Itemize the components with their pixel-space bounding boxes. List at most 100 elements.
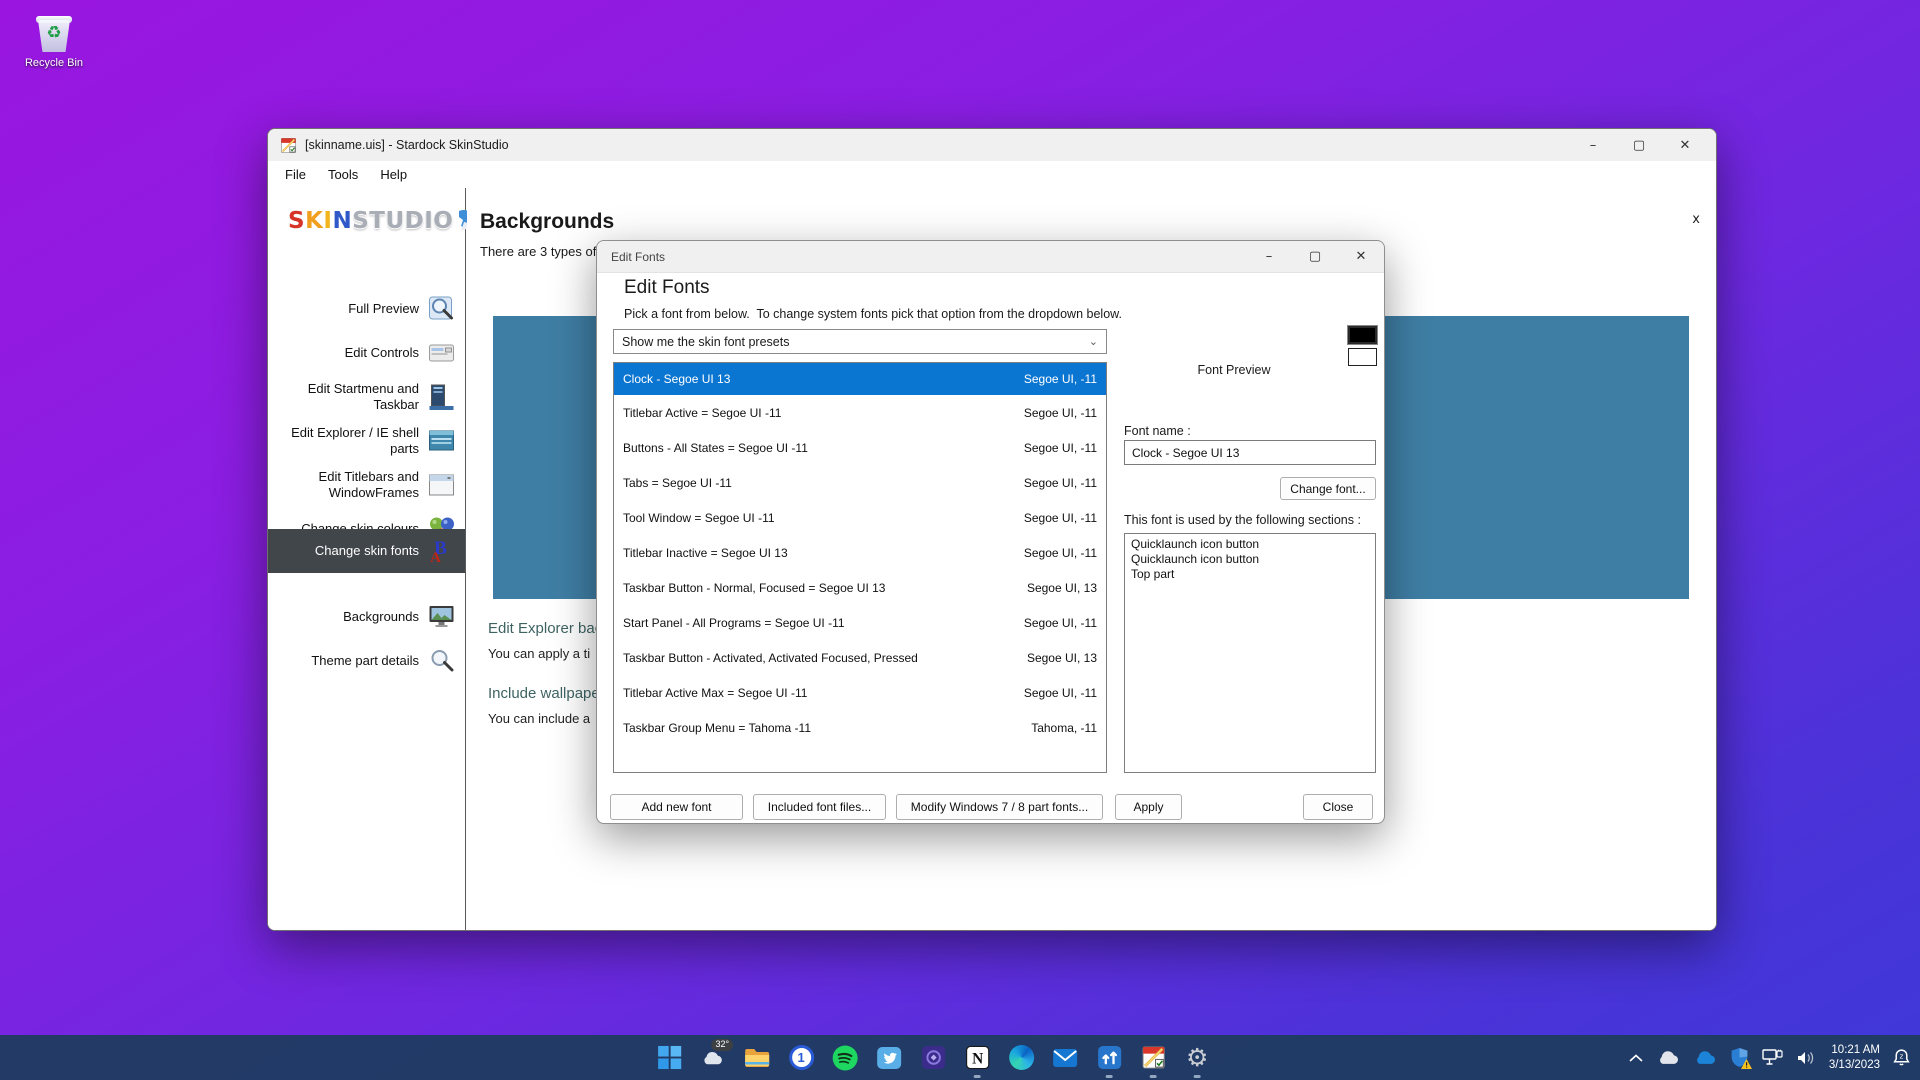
explorer-icon: [427, 427, 456, 455]
svg-text:z: z: [1900, 1053, 1904, 1061]
font-row-name: Clock - Segoe UI 13: [623, 372, 730, 386]
twitter-bird-icon: [876, 1045, 902, 1071]
skinstudio-taskbar-icon[interactable]: [1131, 1035, 1175, 1080]
font-row-value: Segoe UI, -11: [1024, 686, 1097, 700]
add-new-font-button[interactable]: Add new font: [610, 794, 743, 820]
tray-clock[interactable]: 10:21 AM 3/13/2023: [1829, 1043, 1880, 1073]
speaker-icon[interactable]: [1796, 1050, 1816, 1066]
font-list-row[interactable]: Buttons - All States = Segoe UI -11 Sego…: [614, 430, 1106, 465]
font-row-value: Segoe UI, -11: [1024, 441, 1097, 455]
recycle-bin-icon: ♻: [34, 12, 74, 54]
twitter-icon[interactable]: [867, 1035, 911, 1080]
tray-chevron-up-icon[interactable]: [1629, 1054, 1643, 1062]
font-list-row[interactable]: Titlebar Active Max = Segoe UI -11 Segoe…: [614, 675, 1106, 710]
sidebar-item-full-preview[interactable]: Full Preview: [268, 287, 465, 331]
menu-help[interactable]: Help: [371, 164, 416, 185]
logo-studio: STUDIO: [352, 208, 453, 234]
titlebar-icon: [427, 471, 456, 499]
sidebar-item-change-skin-fonts[interactable]: Change skin fonts B A: [268, 529, 465, 573]
sidebar-item-edit-titlebars-frames[interactable]: Edit Titlebars and WindowFrames: [268, 463, 465, 507]
font-list-row[interactable]: Start Panel - All Programs = Segoe UI -1…: [614, 605, 1106, 640]
apply-button[interactable]: Apply: [1115, 794, 1182, 820]
font-list-row[interactable]: Titlebar Inactive = Segoe UI 13 Segoe UI…: [614, 535, 1106, 570]
font-list-row[interactable]: Clock - Segoe UI 13 Segoe UI, -11: [614, 363, 1106, 395]
sidebar-item-edit-startmenu-taskbar[interactable]: Edit Startmenu and Taskbar: [268, 375, 465, 419]
sidebar-item-label: Backgrounds: [343, 609, 419, 625]
dialog-minimize-button[interactable]: –: [1246, 241, 1292, 273]
media-player-icon[interactable]: [911, 1035, 955, 1080]
onedrive-gray-cloud-icon[interactable]: [1656, 1050, 1680, 1065]
font-color-swatch[interactable]: [1348, 326, 1377, 344]
notion-n-icon: N: [965, 1045, 990, 1070]
monitor-icon: [427, 603, 456, 631]
section-item[interactable]: Top part: [1131, 567, 1369, 582]
section-item[interactable]: Quicklaunch icon button: [1131, 552, 1369, 567]
dialog-titlebar: Edit Fonts – ▢ ✕: [597, 241, 1384, 273]
recycle-bin-label: Recycle Bin: [14, 57, 94, 69]
security-shield-icon[interactable]: [1730, 1047, 1749, 1068]
recycle-bin-desktop-icon[interactable]: ♻ Recycle Bin: [14, 12, 94, 69]
mail-icon[interactable]: [1043, 1035, 1087, 1080]
menu-file[interactable]: File: [276, 164, 315, 185]
settings-icon[interactable]: ⚙: [1175, 1035, 1219, 1080]
background-color-swatch[interactable]: [1348, 348, 1377, 366]
svg-text:A: A: [430, 550, 441, 565]
font-list-row[interactable]: Taskbar Button - Normal, Focused = Segoe…: [614, 570, 1106, 605]
dialog-close-button[interactable]: ✕: [1338, 241, 1384, 273]
arrows-app-icon[interactable]: [1087, 1035, 1131, 1080]
close-button[interactable]: ✕: [1662, 129, 1708, 161]
warning-triangle-icon: [1741, 1059, 1752, 1069]
up-arrows-icon: [1097, 1045, 1122, 1070]
modify-win7-8-fonts-button[interactable]: Modify Windows 7 / 8 part fonts...: [896, 794, 1103, 820]
font-row-name: Titlebar Inactive = Segoe UI 13: [623, 546, 788, 560]
font-list-row[interactable]: Tool Window = Segoe UI -11 Segoe UI, -11: [614, 500, 1106, 535]
sidebar-item-theme-part-details[interactable]: Theme part details: [268, 639, 465, 683]
font-list-row[interactable]: Taskbar Group Menu = Tahoma -11 Tahoma, …: [614, 710, 1106, 745]
font-row-value: Segoe UI, 13: [1027, 651, 1097, 665]
dropdown-value: Show me the skin font presets: [622, 335, 789, 349]
1password-icon[interactable]: 1: [779, 1035, 823, 1080]
start-button[interactable]: [647, 1035, 691, 1080]
ab-letters-icon: B A: [427, 537, 456, 565]
section-item[interactable]: Quicklaunch icon button: [1131, 537, 1369, 552]
font-row-value: Segoe UI, -11: [1024, 406, 1097, 420]
sidebar-item-backgrounds[interactable]: Backgrounds: [268, 595, 465, 639]
font-row-value: Segoe UI, -11: [1024, 511, 1097, 525]
sidebar-item-label: Edit Titlebars and WindowFrames: [268, 469, 419, 500]
dialog-maximize-button[interactable]: ▢: [1292, 241, 1338, 273]
sidebar-item-edit-explorer-shell[interactable]: Edit Explorer / IE shell parts: [268, 419, 465, 463]
media-player-glyph-icon: [921, 1045, 946, 1070]
close-dialog-button[interactable]: Close: [1303, 794, 1373, 820]
dialog-heading: Edit Fonts: [624, 277, 710, 299]
content-close-icon[interactable]: x: [1692, 212, 1700, 227]
font-list-row[interactable]: Taskbar Button - Activated, Activated Fo…: [614, 640, 1106, 675]
notification-bell-icon[interactable]: z: [1893, 1048, 1910, 1067]
font-row-name: Start Panel - All Programs = Segoe UI -1…: [623, 616, 845, 630]
notion-icon[interactable]: N: [955, 1035, 999, 1080]
maximize-button[interactable]: ▢: [1616, 129, 1662, 161]
running-indicator: [1150, 1075, 1157, 1078]
tray-date: 3/13/2023: [1829, 1058, 1880, 1073]
font-list-row[interactable]: Tabs = Segoe UI -11 Segoe UI, -11: [614, 465, 1106, 500]
minimize-button[interactable]: –: [1570, 129, 1616, 161]
font-list-row[interactable]: Titlebar Active = Segoe UI -11 Segoe UI,…: [614, 395, 1106, 430]
onedrive-blue-cloud-icon[interactable]: [1693, 1050, 1717, 1065]
sidebar-item-edit-controls[interactable]: Edit Controls: [268, 331, 465, 375]
edge-icon[interactable]: [999, 1035, 1043, 1080]
included-font-files-button[interactable]: Included font files...: [753, 794, 886, 820]
file-explorer-icon[interactable]: [735, 1035, 779, 1080]
menu-tools[interactable]: Tools: [319, 164, 367, 185]
sidebar: S K I N STUDIO Full Preview: [268, 188, 466, 930]
font-row-value: Segoe UI, -11: [1024, 546, 1097, 560]
spotify-icon[interactable]: [823, 1035, 867, 1080]
logo-letter: N: [332, 208, 352, 234]
weather-widget[interactable]: 32°: [691, 1035, 735, 1080]
sections-listbox[interactable]: Quicklaunch icon button Quicklaunch icon…: [1124, 533, 1376, 773]
font-preview-label: Font Preview: [1198, 363, 1271, 377]
network-ethernet-icon[interactable]: [1762, 1049, 1783, 1066]
font-row-value: Tahoma, -11: [1031, 721, 1097, 735]
window-title: [skinname.uis] - Stardock SkinStudio: [305, 138, 509, 152]
change-font-button[interactable]: Change font...: [1280, 477, 1376, 500]
font-name-input[interactable]: Clock - Segoe UI 13: [1124, 440, 1376, 465]
font-preset-dropdown[interactable]: Show me the skin font presets ⌄: [613, 329, 1107, 354]
